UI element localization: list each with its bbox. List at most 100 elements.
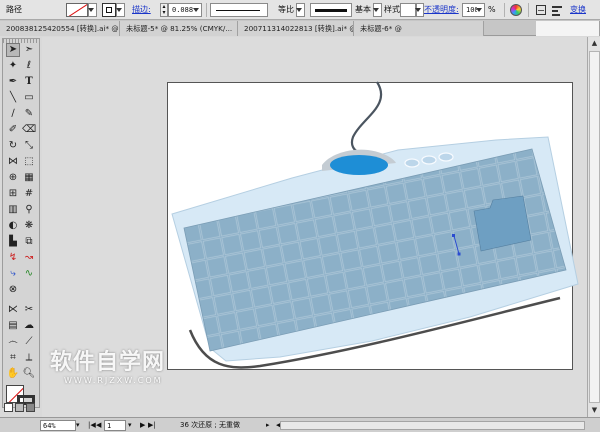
twirl-tool-icon[interactable]: ෴ bbox=[6, 335, 20, 349]
zoom-tool-icon[interactable]: 🔍︎ bbox=[22, 367, 36, 381]
scissors-tool-icon[interactable]: ✂ bbox=[22, 303, 36, 317]
eyedropper-tool-icon[interactable]: ⚲ bbox=[22, 203, 36, 217]
indicator-button-3[interactable] bbox=[438, 152, 454, 162]
draw-inside-icon[interactable] bbox=[26, 403, 35, 412]
panel-title: 路径 bbox=[6, 5, 22, 14]
next-artboard-icon[interactable]: ▶ bbox=[140, 420, 145, 431]
column-graph-tool-icon[interactable]: ▙ bbox=[6, 235, 20, 249]
tab-document-3[interactable]: 200711314022813 [转换].ai* @ 86% (CMYK/... bbox=[238, 21, 354, 36]
brush-definition[interactable] bbox=[310, 3, 352, 17]
tab-label: 200838125420554 [转换].ai* @ 74% (CMYK/... bbox=[6, 24, 119, 33]
free-transform-tool-icon[interactable]: ⬚ bbox=[22, 155, 36, 169]
target-icon[interactable]: ⊗ bbox=[6, 283, 20, 297]
brush-label: 基本 bbox=[355, 5, 371, 14]
perspective-grid-tool-icon[interactable]: ⊞ bbox=[6, 187, 20, 201]
align-icon-2[interactable] bbox=[552, 4, 562, 16]
opacity-dropdown[interactable] bbox=[476, 3, 485, 17]
first-artboard-icon[interactable]: |◀ bbox=[88, 420, 96, 431]
direct-selection-tool-icon[interactable]: ➣ bbox=[22, 43, 36, 57]
previous-artboard-icon[interactable]: ◀ bbox=[96, 420, 101, 431]
selection-tool-icon[interactable]: ➤ bbox=[6, 43, 20, 57]
lasso-tool-icon[interactable]: ℓ bbox=[22, 59, 36, 73]
indicator-button-2[interactable] bbox=[421, 155, 437, 165]
fill-dropdown[interactable] bbox=[88, 3, 97, 17]
stroke-swatch[interactable] bbox=[102, 3, 116, 17]
fill-swatch[interactable] bbox=[66, 3, 88, 17]
blob-brush-tool-icon[interactable]: ✐ bbox=[6, 123, 20, 137]
eraser-tool-icon[interactable]: ⌫ bbox=[22, 123, 36, 137]
tab-document-2[interactable]: 未标题-5* @ 81.25% (CMYK/... bbox=[120, 21, 238, 36]
horizontal-scrollbar[interactable] bbox=[280, 421, 585, 430]
paintbrush-tool-icon[interactable]: ∕ bbox=[6, 107, 20, 121]
transform-link[interactable]: 变换 bbox=[570, 0, 586, 20]
stroke-weight-stepper[interactable]: ▴ ▾ bbox=[160, 3, 168, 17]
stroke-dropdown[interactable] bbox=[116, 3, 125, 17]
opacity-label[interactable]: 不透明度: bbox=[424, 0, 459, 20]
last-artboard-icon[interactable]: ▶| bbox=[148, 420, 156, 431]
zoom-dropdown-icon[interactable]: ▾ bbox=[76, 420, 80, 431]
variable-width-profile[interactable] bbox=[210, 3, 268, 17]
recolor-artwork-icon[interactable] bbox=[510, 4, 522, 16]
align-icon[interactable] bbox=[536, 5, 546, 15]
tab-label: 200711314022813 [转换].ai* @ 86% (CMYK/... bbox=[244, 24, 353, 33]
pen-tool-icon[interactable]: ✒ bbox=[6, 75, 20, 89]
rectangle-tool-icon[interactable]: ▭ bbox=[22, 91, 36, 105]
crop-tool-icon[interactable]: ⌗ bbox=[6, 351, 20, 365]
scroll-thumb[interactable] bbox=[589, 51, 600, 403]
path-blue-icon[interactable]: ⤷ bbox=[6, 267, 20, 281]
curve-red-icon[interactable]: ↝ bbox=[22, 251, 36, 265]
hand-tool-icon[interactable]: ✋ bbox=[6, 367, 20, 381]
tab-label: 未标题-5* @ 81.25% (CMYK/... bbox=[126, 24, 233, 33]
mesh-tool-icon[interactable]: # bbox=[22, 187, 36, 201]
keyboard-logo[interactable] bbox=[330, 155, 388, 175]
scale-tool-icon[interactable]: ⤡ bbox=[22, 139, 36, 153]
live-paint-tool-icon[interactable]: ▦ bbox=[22, 171, 36, 185]
profile-label: 等比 bbox=[278, 5, 294, 14]
watermark: 软件自学网 WWW.RJZXW.COM bbox=[50, 344, 200, 385]
width-tool-icon[interactable]: ⋈ bbox=[6, 155, 20, 169]
vertical-scrollbar[interactable]: ▲ ▼ bbox=[587, 37, 600, 417]
watermark-title: 软件自学网 bbox=[50, 350, 166, 375]
shape-builder-tool-icon[interactable]: ⊕ bbox=[6, 171, 20, 185]
scroll-up-icon[interactable]: ▲ bbox=[589, 38, 600, 49]
brush-dropdown[interactable] bbox=[373, 3, 382, 17]
opacity-unit: % bbox=[488, 5, 496, 14]
warp-tool-icon[interactable]: ☁ bbox=[22, 319, 36, 333]
pencil-tool-icon[interactable]: ✎ bbox=[22, 107, 36, 121]
scroll-down-icon[interactable]: ▼ bbox=[589, 405, 600, 416]
artboard-number-field[interactable]: 1 bbox=[104, 420, 126, 431]
tab-document-4[interactable]: 未标题-6* @ bbox=[354, 21, 484, 36]
tab-document-5[interactable] bbox=[536, 21, 600, 36]
status-bar: 64% ▾ |◀ ◀ 1 ▾ ▶ ▶| 36 次还原 ; 无重做 ▸ ◀ bbox=[0, 417, 600, 432]
draw-behind-icon[interactable] bbox=[15, 403, 24, 412]
draw-mode-icon[interactable] bbox=[4, 403, 13, 412]
measure-tool-icon[interactable]: ⟂ bbox=[22, 351, 36, 365]
artboard-tool-icon[interactable]: ⧉ bbox=[22, 235, 36, 249]
type-tool-icon[interactable]: T bbox=[22, 75, 36, 89]
zoom-field[interactable]: 64% bbox=[40, 420, 76, 431]
anchor-point-red-icon[interactable]: ↯ bbox=[6, 251, 20, 265]
profile-dropdown[interactable] bbox=[296, 3, 305, 17]
anchor-point[interactable] bbox=[457, 252, 461, 256]
artboard-dropdown-icon[interactable]: ▾ bbox=[128, 420, 132, 431]
gradient-tool-icon[interactable]: ▥ bbox=[6, 203, 20, 217]
indicator-button-1[interactable] bbox=[404, 158, 420, 168]
line-segment-tool-icon[interactable]: ╲ bbox=[6, 91, 20, 105]
knife-tool-icon[interactable]: ⟋ bbox=[22, 335, 36, 349]
slice-tool-icon[interactable]: ⋉ bbox=[6, 303, 20, 317]
symbol-sprayer-tool-icon[interactable]: ❋ bbox=[22, 219, 36, 233]
stroke-label[interactable]: 描边: bbox=[132, 0, 151, 20]
graphic-style-dropdown[interactable] bbox=[415, 3, 424, 17]
graphic-style-swatch[interactable] bbox=[400, 3, 416, 17]
separator bbox=[206, 3, 207, 17]
path-green-icon[interactable]: ∿ bbox=[22, 267, 36, 281]
status-info: 36 次还原 ; 无重做 bbox=[180, 421, 240, 429]
status-menu-icon[interactable]: ▸ bbox=[266, 420, 270, 431]
rotate-tool-icon[interactable]: ↻ bbox=[6, 139, 20, 153]
graph-tool-icon[interactable]: ▤ bbox=[6, 319, 20, 333]
anchor-point[interactable] bbox=[452, 234, 455, 237]
magic-wand-tool-icon[interactable]: ✦ bbox=[6, 59, 20, 73]
tab-document-1[interactable]: 200838125420554 [转换].ai* @ 74% (CMYK/... bbox=[0, 21, 120, 36]
stroke-weight-dropdown[interactable] bbox=[193, 3, 202, 17]
blend-tool-icon[interactable]: ◐ bbox=[6, 219, 20, 233]
